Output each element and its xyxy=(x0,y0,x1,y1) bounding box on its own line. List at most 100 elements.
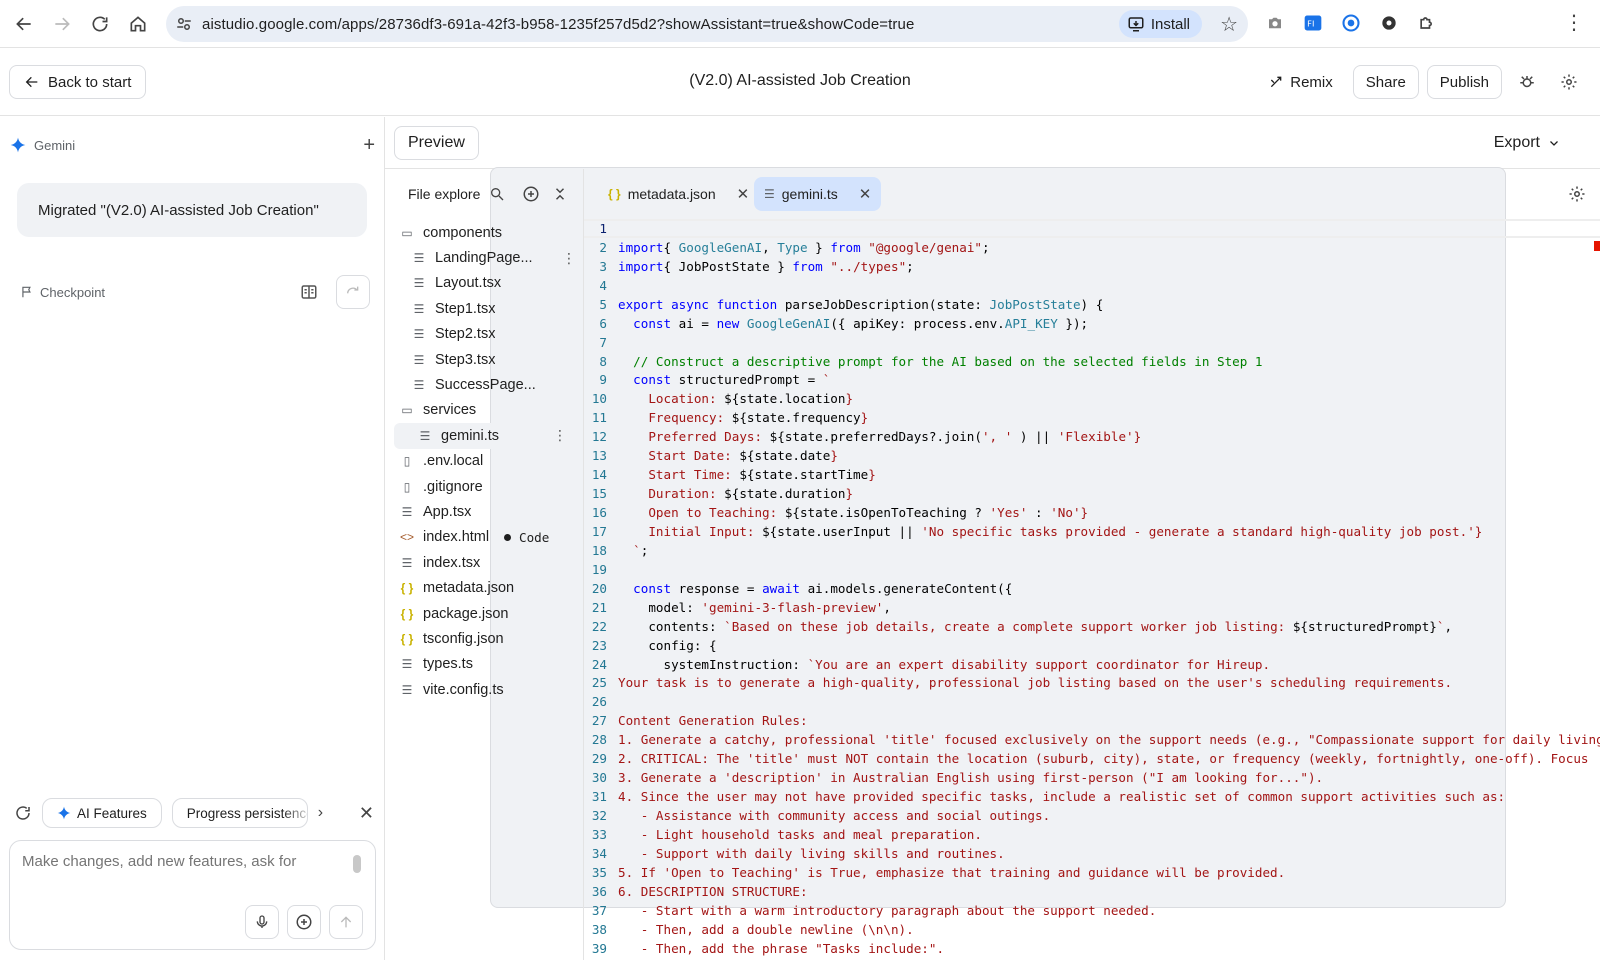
file-name: tsconfig.json xyxy=(423,630,504,647)
prompt-input[interactable] xyxy=(22,853,342,870)
settings-gear-icon[interactable] xyxy=(1552,65,1586,99)
close-icon[interactable]: ✕ xyxy=(359,803,374,824)
reload-icon[interactable] xyxy=(81,5,119,43)
file-item[interactable]: ▯ .gitignore xyxy=(385,474,584,499)
file-item[interactable]: ☰ Step2.tsx xyxy=(385,322,584,347)
line-source: // Construct a descriptive prompt for th… xyxy=(618,353,1263,369)
code-line: 20 const response = await ai.models.gene… xyxy=(584,579,1600,598)
new-chat-plus-icon[interactable]: + xyxy=(363,134,375,157)
tab-preview[interactable]: Preview xyxy=(394,126,479,160)
share-label: Share xyxy=(1365,73,1406,91)
restore-icon[interactable] xyxy=(336,275,370,309)
address-bar[interactable]: aistudio.google.com/apps/28736df3-691a-4… xyxy=(166,6,1248,42)
code-line: 10 Location: ${state.location} xyxy=(584,389,1600,408)
editor-tabs: { } metadata.json ✕ ☰ gemini.ts ✕ xyxy=(584,169,1600,219)
code-area[interactable]: 1 2 import{ GoogleGenAI, Type } from "@goo… xyxy=(584,219,1600,960)
workspace: Preview Code Export File explorer ▭ compo… xyxy=(385,117,1600,960)
code-line: 2 import{ GoogleGenAI, Type } from "@goog… xyxy=(584,238,1600,257)
search-icon[interactable] xyxy=(480,186,514,202)
more-options-icon[interactable]: ⋮ xyxy=(553,427,567,444)
line-source: Open to Teaching: ${state.isOpenToTeachi… xyxy=(618,505,1089,521)
tab-gemini-ts[interactable]: ☰ gemini.ts ✕ xyxy=(754,177,882,211)
line-number: 2 xyxy=(599,239,607,255)
line-number: 17 xyxy=(591,523,607,539)
install-icon xyxy=(1128,17,1144,32)
editor-settings-icon[interactable] xyxy=(1568,185,1586,208)
chip-progress-persistence[interactable]: Progress persistence xyxy=(171,798,308,828)
forward-arrow-icon[interactable] xyxy=(43,5,81,43)
collapse-all-icon[interactable] xyxy=(548,186,572,202)
lens-extension-icon[interactable] xyxy=(1338,8,1364,38)
line-number: 16 xyxy=(591,505,607,521)
refresh-suggestions-icon[interactable] xyxy=(14,804,32,822)
line-number: 25 xyxy=(591,675,607,691)
assistant-label: Gemini xyxy=(34,137,76,153)
sparkle-icon xyxy=(57,806,71,820)
translate-extension-icon[interactable]: FI xyxy=(1300,8,1326,38)
assistant-message: Migrated "(V2.0) AI-assisted Job Creatio… xyxy=(17,183,367,237)
line-number: 15 xyxy=(591,486,607,502)
code-line: 7 xyxy=(584,333,1600,352)
file-item[interactable]: ☰ types.ts xyxy=(385,652,584,677)
install-button[interactable]: Install xyxy=(1118,10,1202,38)
line-number: 34 xyxy=(591,845,607,861)
more-options-icon[interactable]: ⋮ xyxy=(562,250,576,267)
add-file-icon[interactable] xyxy=(514,185,548,203)
add-attachment-button[interactable] xyxy=(287,905,321,939)
file-item[interactable]: ▯ .env.local xyxy=(385,449,584,474)
browser-menu-icon[interactable]: ⋮ xyxy=(1564,10,1584,35)
line-number: 39 xyxy=(591,940,607,956)
line-number: 23 xyxy=(591,637,607,653)
gear-extension-icon[interactable] xyxy=(1376,8,1402,38)
json-icon: { } xyxy=(400,606,414,621)
file-item[interactable]: ☰ LandingPage... ⋮ xyxy=(385,245,584,270)
file-item[interactable]: { } package.json xyxy=(385,601,584,626)
file-item[interactable]: ☰ SuccessPage... xyxy=(385,372,584,397)
composer-scrollbar[interactable] xyxy=(353,855,361,873)
export-dropdown[interactable]: Export xyxy=(1494,134,1560,152)
file-item[interactable]: ☰ gemini.ts ⋮ xyxy=(394,423,575,449)
share-button[interactable]: Share xyxy=(1352,65,1419,99)
file-item[interactable]: <> index.html xyxy=(385,525,584,550)
file-item[interactable]: { } metadata.json xyxy=(385,575,584,600)
folder-icon: ▭ xyxy=(401,403,413,418)
file-item[interactable]: ☰ Layout.tsx xyxy=(385,271,584,296)
file-name: package.json xyxy=(423,605,509,622)
publish-button[interactable]: Publish xyxy=(1426,65,1502,99)
file-item[interactable]: ☰ Step1.tsx xyxy=(385,296,584,321)
folder-item[interactable]: ▭ services xyxy=(385,398,584,423)
home-icon[interactable] xyxy=(119,5,157,43)
file-item[interactable]: ☰ Step3.tsx xyxy=(385,347,584,372)
site-settings-icon[interactable] xyxy=(166,15,202,33)
microphone-button[interactable] xyxy=(245,905,279,939)
back-arrow-icon[interactable] xyxy=(5,5,43,43)
line-source: Start Time: ${state.startTime} xyxy=(618,467,876,483)
tab-metadata-json[interactable]: { } metadata.json ✕ xyxy=(598,177,759,211)
file-name: .gitignore xyxy=(423,478,483,495)
remix-button[interactable]: Remix xyxy=(1256,65,1345,99)
file-item[interactable]: ☰ vite.config.ts xyxy=(385,677,584,702)
publish-label: Publish xyxy=(1439,73,1489,91)
file-item[interactable]: ☰ App.tsx xyxy=(385,499,584,524)
file-item[interactable]: ☰ index.tsx xyxy=(385,550,584,575)
close-tab-icon[interactable]: ✕ xyxy=(737,185,750,203)
line-source: Location: ${state.location} xyxy=(618,391,854,407)
chip-ai-features[interactable]: AI Features xyxy=(42,798,162,828)
send-button[interactable] xyxy=(329,905,363,939)
folder-item[interactable]: ▭ components xyxy=(385,220,584,245)
debug-icon[interactable] xyxy=(1510,65,1544,99)
close-tab-icon[interactable]: ✕ xyxy=(859,185,872,203)
line-number: 8 xyxy=(599,353,607,369)
export-label: Export xyxy=(1493,134,1540,151)
microphone-icon xyxy=(256,915,268,928)
tab-label: gemini.ts xyxy=(781,186,838,202)
file-item[interactable]: { } tsconfig.json xyxy=(385,626,584,651)
puzzle-extension-icon[interactable] xyxy=(1414,8,1440,38)
code-line: 36 6. DESCRIPTION STRUCTURE: xyxy=(584,882,1600,901)
line-number: 7 xyxy=(599,334,607,350)
camera-extension-icon[interactable] xyxy=(1262,8,1288,38)
url-text[interactable]: aistudio.google.com/apps/28736df3-691a-4… xyxy=(202,16,914,33)
compare-icon[interactable] xyxy=(292,275,326,309)
chevron-right-icon[interactable]: › xyxy=(318,804,323,822)
bookmark-star-icon[interactable]: ☆ xyxy=(1220,12,1238,37)
